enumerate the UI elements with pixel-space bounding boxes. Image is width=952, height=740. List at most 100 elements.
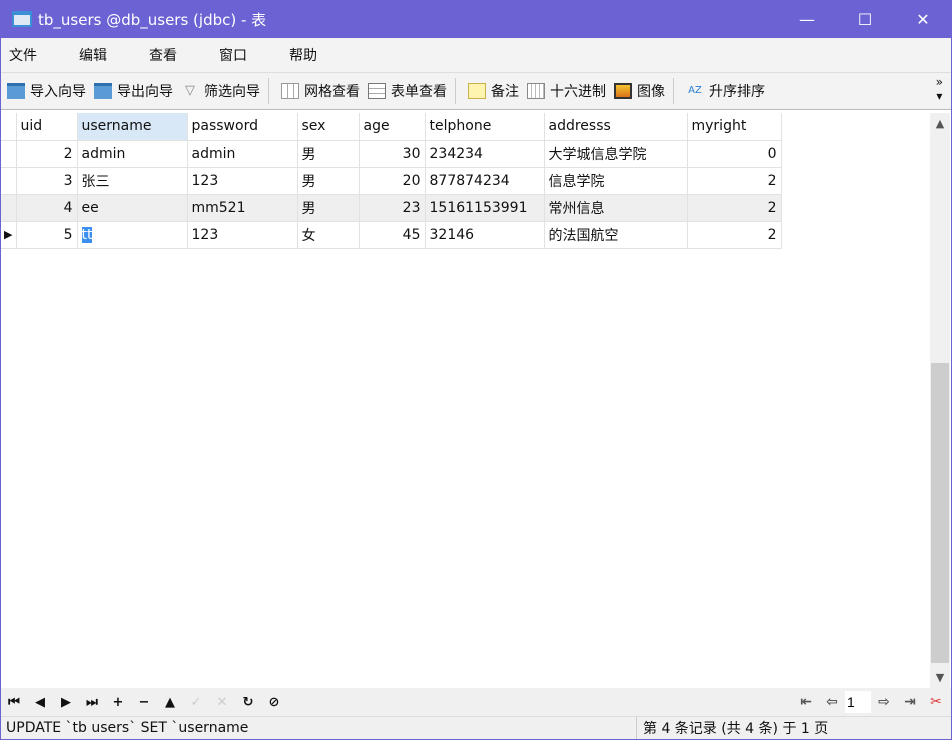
close-button[interactable]: ✕ xyxy=(894,0,952,38)
cell-sex[interactable]: 男 xyxy=(297,194,360,222)
cell-password[interactable]: 123 xyxy=(187,167,298,195)
column-header-age[interactable]: age xyxy=(359,113,426,141)
cell-username[interactable]: ee xyxy=(77,194,188,222)
cell-telphone[interactable]: 32146 xyxy=(425,221,545,249)
table-row[interactable]: 2 admin admin 男 30 234234 大学城信息学院 0 xyxy=(1,140,782,168)
cell-age[interactable]: 45 xyxy=(359,221,426,249)
cell-value: admin xyxy=(81,145,126,162)
menu-bar: 文件 编辑 查看 窗口 帮助 xyxy=(1,38,951,73)
cell-addresss[interactable]: 常州信息 xyxy=(544,194,688,222)
cell-value: 123 xyxy=(191,172,219,189)
cell-password[interactable]: mm521 xyxy=(187,194,298,222)
last-page-icon[interactable]: ⇥ xyxy=(897,694,923,710)
cell-password[interactable]: admin xyxy=(187,140,298,168)
next-record-icon[interactable]: ▶ xyxy=(53,695,79,710)
minimize-button[interactable]: — xyxy=(778,0,836,38)
cell-password[interactable]: 123 xyxy=(187,221,298,249)
vertical-scrollbar[interactable]: ▲ ▼ xyxy=(930,113,950,688)
cell-myright[interactable]: 2 xyxy=(687,194,782,222)
memo-button[interactable]: 备注 xyxy=(468,81,519,101)
page-number-input[interactable] xyxy=(845,691,871,713)
data-grid: uid username password sex age telphone a… xyxy=(1,113,930,688)
cell-sex[interactable]: 女 xyxy=(297,221,360,249)
import-wizard-button[interactable]: 导入向导 xyxy=(7,81,86,101)
maximize-button[interactable]: ☐ xyxy=(836,0,894,38)
menu-edit[interactable]: 编辑 xyxy=(79,45,134,65)
add-record-icon[interactable]: + xyxy=(105,695,131,710)
cell-value: 123 xyxy=(191,226,219,243)
cell-value: 45 xyxy=(402,226,421,243)
cell-telphone[interactable]: 877874234 xyxy=(425,167,545,195)
cell-telphone[interactable]: 15161153991 xyxy=(425,194,545,222)
filter-wizard-button[interactable]: ▽ 筛选向导 xyxy=(181,81,260,101)
cell-uid[interactable]: 2 xyxy=(16,140,78,168)
cell-addresss[interactable]: 信息学院 xyxy=(544,167,688,195)
menu-file[interactable]: 文件 xyxy=(9,45,64,65)
discard-changes-icon[interactable]: ✕ xyxy=(209,695,235,710)
cell-addresss[interactable]: 大学城信息学院 xyxy=(544,140,688,168)
cell-username[interactable]: 张三 xyxy=(77,167,188,195)
scroll-up-icon[interactable]: ▲ xyxy=(930,117,950,130)
cell-uid[interactable]: 3 xyxy=(16,167,78,195)
scroll-down-icon[interactable]: ▼ xyxy=(930,671,950,684)
stop-icon[interactable]: ⊘ xyxy=(261,695,287,710)
table-row[interactable]: 3 张三 123 男 20 877874234 信息学院 2 xyxy=(1,167,782,195)
current-row-indicator-icon[interactable]: ▶ xyxy=(1,221,17,249)
cell-value: 0 xyxy=(767,145,777,162)
cell-username[interactable]: tt xyxy=(77,221,188,249)
record-count-status: 第 4 条记录 (共 4 条) 于 1 页 xyxy=(643,721,829,737)
refresh-icon[interactable]: ↻ xyxy=(235,695,261,710)
next-page-icon[interactable]: ⇨ xyxy=(871,694,897,710)
column-header-addresss[interactable]: addresss xyxy=(544,113,688,141)
cell-username[interactable]: admin xyxy=(77,140,188,168)
cell-myright[interactable]: 0 xyxy=(687,140,782,168)
sort-ascending-button[interactable]: AZ 升序排序 xyxy=(686,81,765,101)
column-header-telphone[interactable]: telphone xyxy=(425,113,545,141)
column-header-password[interactable]: password xyxy=(187,113,298,141)
table-row[interactable]: 4 ee mm521 男 23 15161153991 常州信息 2 xyxy=(1,194,782,222)
image-button[interactable]: 图像 xyxy=(614,81,665,101)
row-indicator[interactable] xyxy=(1,140,17,168)
column-header-uid[interactable]: uid xyxy=(16,113,78,141)
cell-age[interactable]: 20 xyxy=(359,167,426,195)
cell-myright[interactable]: 2 xyxy=(687,167,782,195)
grid-view-button[interactable]: 网格查看 xyxy=(281,81,360,101)
previous-record-icon[interactable]: ◀ xyxy=(27,695,53,710)
cell-uid[interactable]: 4 xyxy=(16,194,78,222)
move-up-icon[interactable]: ▲ xyxy=(157,695,183,710)
menu-window[interactable]: 窗口 xyxy=(219,45,274,65)
cell-age[interactable]: 23 xyxy=(359,194,426,222)
cell-uid[interactable]: 5 xyxy=(16,221,78,249)
menu-view[interactable]: 查看 xyxy=(149,45,204,65)
form-icon xyxy=(368,83,386,99)
row-indicator[interactable] xyxy=(1,167,17,195)
hex-button[interactable]: 十六进制 xyxy=(527,81,606,101)
table-row[interactable]: ▶ 5 tt 123 女 45 32146 的法国航空 2 xyxy=(1,221,782,249)
column-header-username[interactable]: username xyxy=(77,113,188,141)
apply-changes-icon[interactable]: ✓ xyxy=(183,695,209,710)
cell-age[interactable]: 30 xyxy=(359,140,426,168)
cell-value: 2 xyxy=(767,226,777,243)
cell-value: 男 xyxy=(301,146,316,163)
cell-value: 男 xyxy=(301,200,316,217)
last-record-icon[interactable]: ⏭ xyxy=(79,695,105,710)
scrollbar-thumb[interactable] xyxy=(931,363,949,663)
form-view-button[interactable]: 表单查看 xyxy=(368,81,447,101)
menu-help[interactable]: 帮助 xyxy=(289,45,344,65)
first-page-icon[interactable]: ⇤ xyxy=(793,694,819,710)
cell-telphone[interactable]: 234234 xyxy=(425,140,545,168)
row-indicator[interactable] xyxy=(1,194,17,222)
export-wizard-button[interactable]: 导出向导 xyxy=(94,81,173,101)
first-record-icon[interactable]: ⏮ xyxy=(1,695,27,710)
settings-tools-icon[interactable]: ✂ xyxy=(923,694,949,710)
column-header-sex[interactable]: sex xyxy=(297,113,360,141)
previous-page-icon[interactable]: ⇦ xyxy=(819,694,845,710)
cell-myright[interactable]: 2 xyxy=(687,221,782,249)
delete-record-icon[interactable]: − xyxy=(131,695,157,710)
toolbar-overflow-button[interactable]: » ▾ xyxy=(936,75,943,103)
cell-addresss[interactable]: 的法国航空 xyxy=(544,221,688,249)
cell-sex[interactable]: 男 xyxy=(297,140,360,168)
cell-sex[interactable]: 男 xyxy=(297,167,360,195)
image-icon xyxy=(614,83,632,99)
column-header-myright[interactable]: myright xyxy=(687,113,782,141)
